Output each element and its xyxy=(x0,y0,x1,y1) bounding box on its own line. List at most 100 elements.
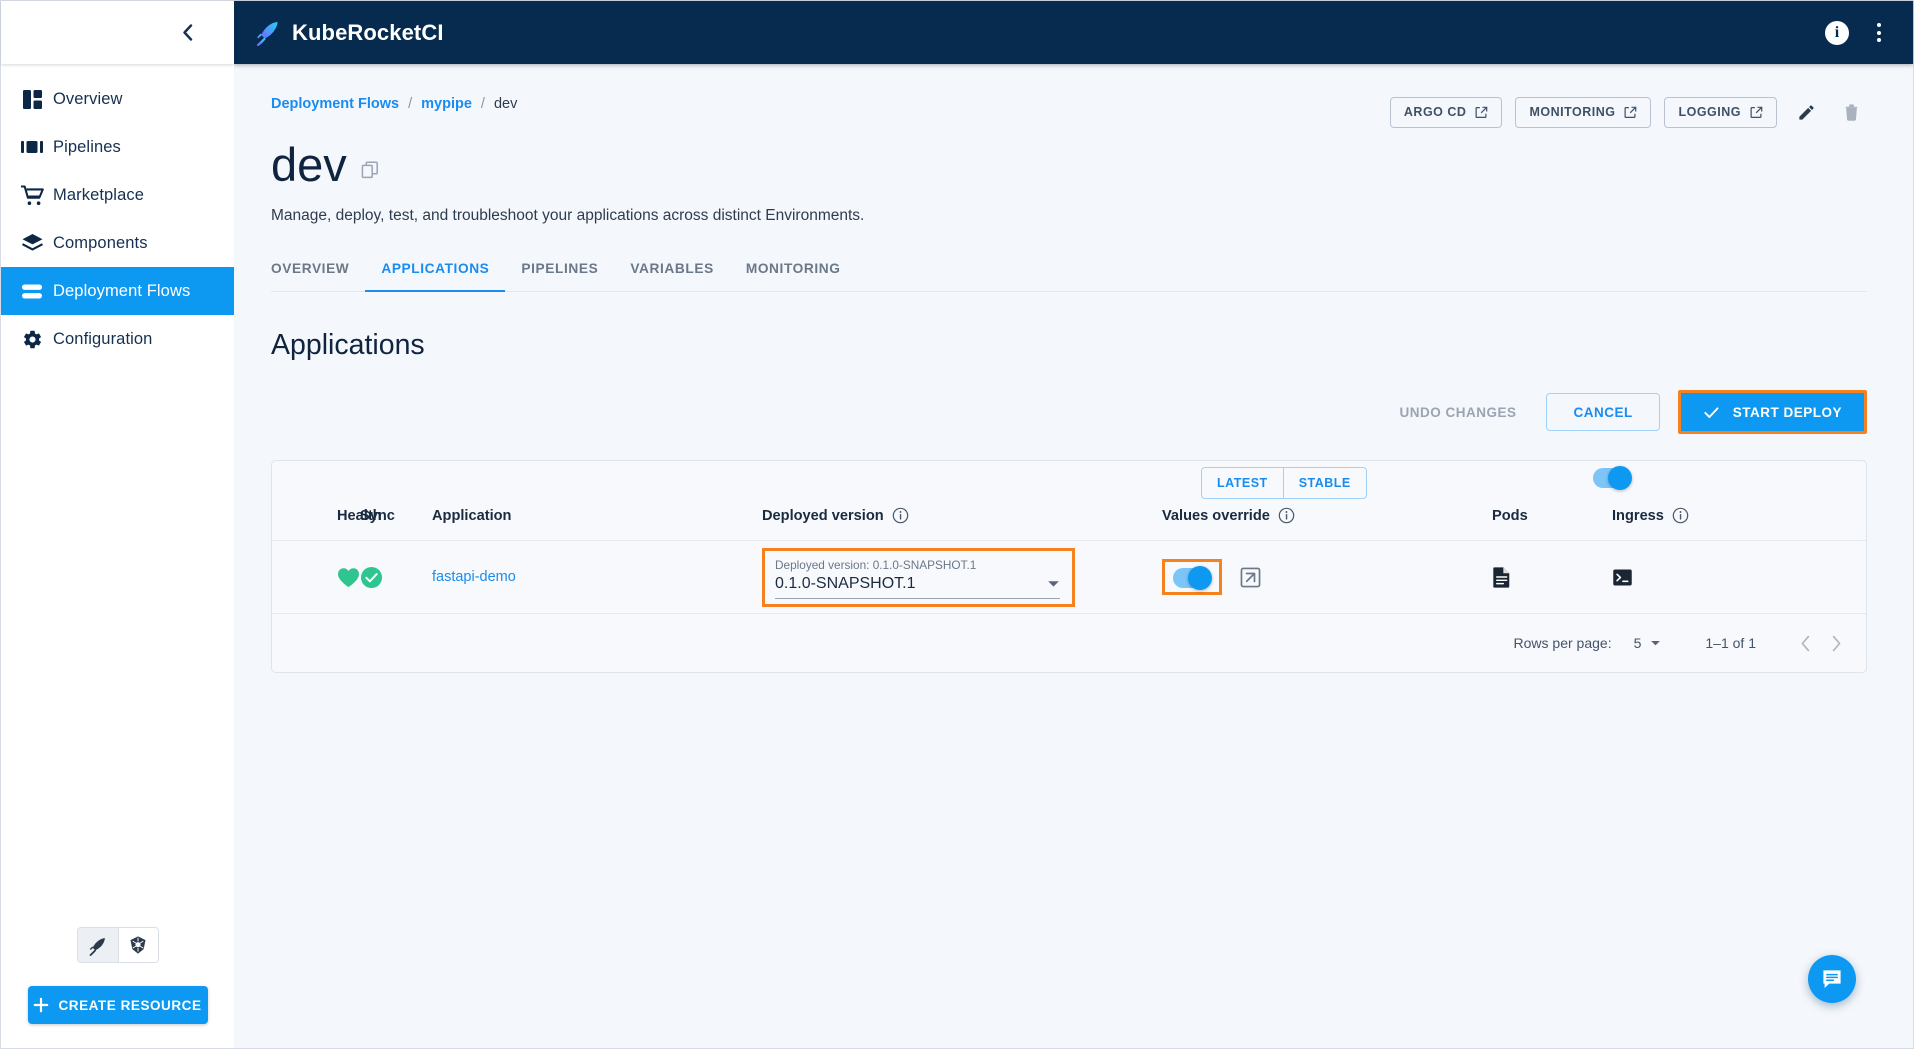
create-resource-button[interactable]: CREATE RESOURCE xyxy=(27,986,208,1024)
logging-button[interactable]: LOGGING xyxy=(1664,96,1777,128)
info-icon[interactable] xyxy=(892,507,909,524)
breadcrumb-row: Deployment Flows / mypipe / dev ARGO CD xyxy=(271,96,1867,128)
topbar: KubeRocketCI i xyxy=(234,1,1913,64)
deployed-version-value-row: 0.1.0-SNAPSHOT.1 xyxy=(775,575,1060,599)
rows-per-page-label: Rows per page: xyxy=(1513,635,1612,652)
values-override-toggle-highlight xyxy=(1162,559,1222,596)
chevron-left-icon xyxy=(182,24,192,41)
logging-label: LOGGING xyxy=(1678,105,1741,119)
section-title: Applications xyxy=(271,329,425,362)
sidebar-collapse-button[interactable] xyxy=(174,20,200,46)
cell-pods xyxy=(1492,566,1612,589)
values-override-toggle[interactable] xyxy=(1173,566,1212,591)
tab-overview[interactable]: OVERVIEW xyxy=(271,261,365,291)
layers-icon xyxy=(11,233,53,253)
cart-icon xyxy=(11,184,53,206)
table-header-row: Health Sync Application Deployed version xyxy=(272,507,1866,540)
external-link-icon xyxy=(1240,567,1261,588)
edit-button[interactable] xyxy=(1790,96,1822,128)
sidebar-item-configuration[interactable]: Configuration xyxy=(1,315,234,363)
segment-latest[interactable]: LATEST xyxy=(1202,468,1283,498)
column-header-application: Application xyxy=(432,508,512,525)
segment-stable[interactable]: STABLE xyxy=(1282,468,1366,499)
application-link[interactable]: fastapi-demo xyxy=(432,569,516,585)
pagination: Rows per page: 5 1–1 of 1 xyxy=(272,614,1866,672)
page-title-row: dev xyxy=(271,140,1867,189)
tab-pipelines[interactable]: PIPELINES xyxy=(505,261,614,291)
info-icon[interactable]: i xyxy=(1825,20,1849,45)
feedback-chat-button[interactable] xyxy=(1808,955,1856,1003)
deployed-version-select[interactable]: Deployed version: 0.1.0-SNAPSHOT.1 0.1.0… xyxy=(762,547,1075,607)
chevron-left-icon xyxy=(1801,635,1810,652)
content: Deployment Flows / mypipe / dev ARGO CD xyxy=(234,64,1913,1048)
cell-sync xyxy=(360,566,432,589)
sidebar-item-label: Configuration xyxy=(53,329,153,348)
ingress-terminal-button[interactable] xyxy=(1612,567,1633,588)
rows-per-page-select[interactable]: 5 xyxy=(1634,635,1662,651)
applications-card: LATEST STABLE Health Sync Application De… xyxy=(271,460,1867,674)
rows-per-page-value: 5 xyxy=(1633,635,1642,652)
undo-changes-button[interactable]: UNDO CHANGES xyxy=(1383,405,1532,420)
breadcrumb-separator: / xyxy=(408,96,413,112)
external-link-icon xyxy=(1475,106,1488,118)
chat-icon xyxy=(1823,970,1841,988)
breadcrumb-mypipe[interactable]: mypipe xyxy=(421,96,472,112)
sidebar-item-label: Components xyxy=(53,233,148,252)
applications-table: LATEST STABLE Health Sync Application De… xyxy=(272,461,1866,672)
pagination-next-button[interactable] xyxy=(1831,635,1842,652)
copy-icon[interactable] xyxy=(361,161,379,179)
monitoring-label: MONITORING xyxy=(1529,105,1616,119)
delete-button[interactable] xyxy=(1835,96,1867,128)
info-icon[interactable] xyxy=(1672,507,1689,524)
sidebar-item-deployment-flows[interactable]: Deployment Flows xyxy=(1,267,234,315)
monitoring-button[interactable]: MONITORING xyxy=(1515,96,1652,128)
terminal-icon xyxy=(1613,569,1632,586)
start-deploy-label: START DEPLOY xyxy=(1732,404,1842,420)
tab-variables[interactable]: VARIABLES xyxy=(614,261,729,291)
check-circle-icon xyxy=(360,566,383,588)
cancel-button[interactable]: CANCEL xyxy=(1546,393,1660,432)
sidebar-item-label: Pipelines xyxy=(53,137,121,156)
sidebar-item-marketplace[interactable]: Marketplace xyxy=(1,171,234,219)
external-link-icon xyxy=(1624,106,1637,118)
check-icon xyxy=(1704,407,1719,418)
argo-cd-button[interactable]: ARGO CD xyxy=(1389,96,1503,128)
sidebar-item-label: Deployment Flows xyxy=(53,281,191,300)
sidebar-item-pipelines[interactable]: Pipelines xyxy=(1,123,234,171)
cell-values-override xyxy=(1162,559,1492,596)
cell-deployed-version: Deployed version: 0.1.0-SNAPSHOT.1 0.1.0… xyxy=(762,547,1162,607)
pipelines-icon xyxy=(11,139,53,155)
chevron-right-icon xyxy=(1832,635,1841,652)
sidebar-nav: Overview Pipelines Marketplace Component… xyxy=(1,64,234,363)
document-icon xyxy=(1493,567,1510,589)
pagination-prev-button[interactable] xyxy=(1800,635,1811,652)
column-header-ingress: Ingress xyxy=(1612,507,1722,524)
rocket-feather-icon xyxy=(89,937,105,956)
breadcrumb: Deployment Flows / mypipe / dev xyxy=(271,96,517,112)
breadcrumb-deployment-flows[interactable]: Deployment Flows xyxy=(271,96,399,112)
table-toolbar: LATEST STABLE xyxy=(272,461,1866,507)
column-header-values-override-label: Values override xyxy=(1162,507,1270,524)
sidebar-item-overview[interactable]: Overview xyxy=(1,75,234,123)
start-deploy-button[interactable]: START DEPLOY xyxy=(1680,393,1864,432)
chevron-down-icon[interactable] xyxy=(1047,576,1060,592)
values-override-header-toggle[interactable] xyxy=(1593,466,1632,491)
topbar-actions: i xyxy=(1825,19,1887,46)
sidebar-item-components[interactable]: Components xyxy=(1,219,234,267)
version-mode-segmented: LATEST STABLE xyxy=(1201,467,1367,500)
values-override-open-button[interactable] xyxy=(1240,567,1261,588)
column-header-pods: Pods xyxy=(1492,508,1528,525)
start-deploy-highlight: START DEPLOY xyxy=(1677,390,1867,435)
cell-ingress xyxy=(1612,567,1722,588)
cluster-button-kubernetes[interactable] xyxy=(117,928,158,962)
kebab-menu-icon[interactable] xyxy=(1871,19,1887,46)
tab-monitoring[interactable]: MONITORING xyxy=(730,261,857,291)
heart-icon xyxy=(337,568,360,587)
tab-applications[interactable]: APPLICATIONS xyxy=(365,261,506,293)
brand-name: KubeRocketCI xyxy=(292,19,444,45)
sidebar-item-label: Marketplace xyxy=(53,185,144,204)
chevron-down-icon xyxy=(1651,640,1661,646)
cluster-button-kuberocketci[interactable] xyxy=(77,928,118,962)
pods-button[interactable] xyxy=(1492,566,1512,589)
info-icon[interactable] xyxy=(1278,507,1295,524)
